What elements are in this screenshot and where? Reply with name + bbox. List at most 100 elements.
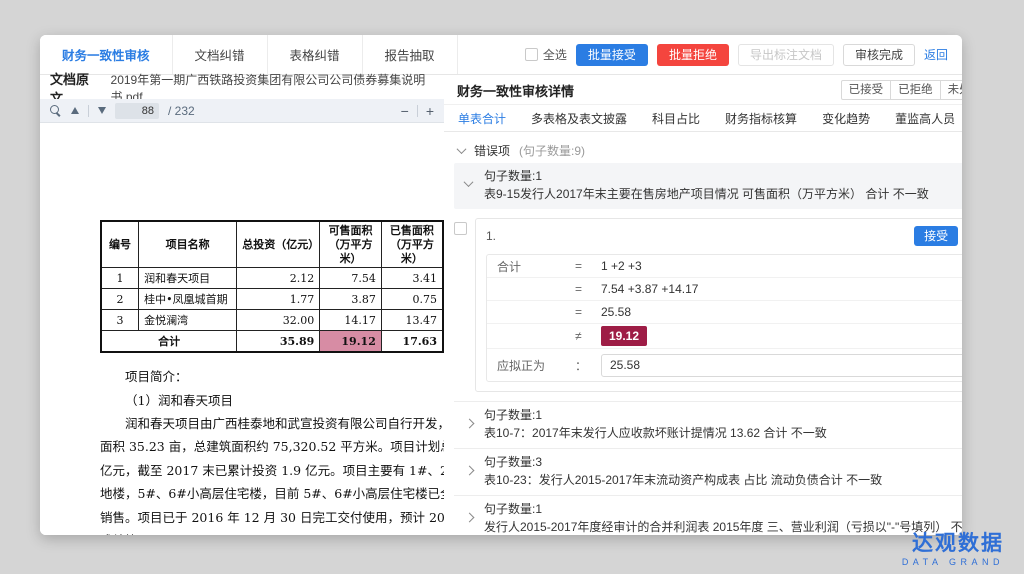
chevron-down-icon	[464, 177, 474, 187]
group-description: 发行人2015-2017年度经审计的合并利润表 2015年度 三、营业利润（亏损…	[484, 519, 962, 535]
batch-accept-button[interactable]: 批量接受	[576, 44, 648, 66]
page-number-input[interactable]: 88	[115, 103, 159, 119]
table-header-row: 编号 项目名称 总投资（亿元） 可售面积 （万平方米） 已售面积 （万平方米）	[101, 221, 443, 268]
doc-line: 销售。项目已于 2016 年 12 月 30 日完工交付使用，预计 2018 年…	[100, 506, 444, 529]
status-filter-group: 已接受 已拒绝 未处理 全部	[841, 80, 962, 101]
doc-line: 地楼，5#、6#小高层住宅楼，目前 5#、6#小高层住宅楼已全部完成	[100, 482, 444, 505]
tab-multi-table-disclosure[interactable]: 多表格及表文披露	[531, 110, 627, 127]
cell: 1	[101, 268, 139, 289]
correction-input[interactable]: 25.58	[601, 354, 962, 377]
doc-line: 面积 35.23 亩，总建筑面积约 75,320.52 平方米。项目计划总投资 …	[100, 435, 444, 458]
table-row: 3 金悦澜湾 32.00 14.17 13.47	[101, 310, 443, 331]
toolbar-actions: 全选 批量接受 批量拒绝 导出标注文档 审核完成 返回	[525, 35, 962, 74]
tab-document-correction[interactable]: 文档纠错	[173, 35, 268, 74]
col-header-name: 项目名称	[139, 221, 237, 268]
error-item-checkbox[interactable]	[454, 222, 467, 235]
filter-rejected[interactable]: 已拒绝	[890, 80, 941, 101]
cell: 2	[101, 289, 139, 310]
equals-sign: =	[575, 282, 601, 296]
formula-row-mismatch: ≠ 19.12	[487, 324, 962, 349]
formula-row: = 7.54 +3.87 +14.17	[487, 278, 962, 301]
correction-value: 25.58	[610, 358, 640, 372]
col-header-sellable-area: 可售面积 （万平方米）	[320, 221, 382, 268]
chevron-right-icon	[465, 513, 475, 523]
table-row: 1 润和春天项目 2.12 7.54 3.41	[101, 268, 443, 289]
select-all-checkbox[interactable]	[525, 48, 538, 61]
toolbar-separator	[417, 105, 418, 117]
colon-sign: ：	[575, 357, 601, 374]
filter-accepted[interactable]: 已接受	[841, 80, 892, 101]
pdf-toolbar: 88 / 232 − +	[40, 99, 444, 123]
tab-report-extraction[interactable]: 报告抽取	[363, 35, 458, 74]
card-actions: 接受 拒绝	[914, 226, 962, 246]
total-sellable-area-cell-highlighted: 19.12	[320, 331, 382, 353]
tab-subject-ratio[interactable]: 科目占比	[652, 110, 700, 127]
error-group-collapsed[interactable]: 句子数量:1 发行人2015-2017年度经审计的合并利润表 2015年度 三、…	[454, 495, 962, 535]
equals-sign: =	[575, 305, 601, 319]
zoom-in-button[interactable]: +	[426, 103, 434, 119]
error-section-label: 错误项	[474, 142, 510, 159]
page-down-icon[interactable]	[98, 107, 106, 114]
cell: 14.17	[320, 310, 382, 331]
error-group-collapsed[interactable]: 句子数量:3 表10-23：发行人2015-2017年末流动资产构成表 占比 流…	[454, 448, 962, 495]
error-group-expanded[interactable]: 句子数量:1 表9-15发行人2017年末主要在售房地产项目情况 可售面积（万平…	[454, 163, 962, 209]
formula-row: = 25.58	[487, 301, 962, 324]
batch-reject-button[interactable]: 批量拒绝	[657, 44, 729, 66]
cell: 润和春天项目	[139, 268, 237, 289]
pdf-page: 编号 项目名称 总投资（亿元） 可售面积 （万平方米） 已售面积 （万平方米） …	[40, 123, 444, 535]
logo-english: DATA GRAND	[902, 557, 1004, 567]
cell: 3	[101, 310, 139, 331]
formula-value: 1 +2 +3	[601, 259, 642, 273]
real-estate-projects-table: 编号 项目名称 总投资（亿元） 可售面积 （万平方米） 已售面积 （万平方米） …	[100, 220, 444, 353]
table-row: 2 桂中•凤凰城首期 1.77 3.87 0.75	[101, 289, 443, 310]
group-description: 表9-15发行人2017年末主要在售房地产项目情况 可售面积（万平方米） 合计 …	[484, 186, 962, 202]
not-equal-sign: ≠	[575, 329, 601, 343]
error-group-collapsed[interactable]: 句子数量:1 表10-7：2017年末发行人应收款坏账计提情况 13.62 合计…	[454, 402, 962, 448]
group-description: 表10-7：2017年末发行人应收款坏账计提情况 13.62 合计 不一致	[484, 425, 962, 441]
mismatch-value-badge: 19.12	[601, 326, 647, 346]
toolbar-separator	[88, 105, 89, 117]
formula-box: 合计 = 1 +2 +3 = 7.54 +3.87 +14.17	[486, 254, 962, 382]
table-total-row: 合计 35.89 19.12 17.63	[101, 331, 443, 353]
app-window: 财务一致性审核 文档纠错 表格纠错 报告抽取 全选 批量接受 批量拒绝 导出标注…	[40, 35, 962, 535]
vendor-logo: 达观数据 DATA GRAND	[902, 532, 1004, 567]
back-link[interactable]: 返回	[924, 46, 948, 63]
zoom-out-button[interactable]: −	[401, 103, 409, 119]
formula-label: 合计	[497, 258, 575, 275]
doc-line: 成结算。	[100, 529, 444, 535]
total-label-cell: 合计	[101, 331, 237, 353]
document-text: 项目简介： （1）润和春天项目 润和春天项目由广西桂泰地和武宣投资有限公司自行开…	[100, 365, 444, 535]
col-header-id: 编号	[101, 221, 139, 268]
cell: 32.00	[237, 310, 320, 331]
cell: 金悦澜湾	[139, 310, 237, 331]
audit-detail-panel: 财务一致性审核详情 已接受 已拒绝 未处理 全部 单表合计 多表格及表文披露 科…	[444, 76, 962, 535]
accept-button[interactable]: 接受	[914, 226, 958, 246]
main-area: 文档原文 2019年第一期广西铁路投资集团有限公司公司债券募集说明书.pdf 8…	[40, 76, 962, 535]
tab-single-table-total[interactable]: 单表合计	[458, 110, 506, 127]
search-icon[interactable]	[50, 105, 62, 117]
export-annotated-doc-button[interactable]: 导出标注文档	[738, 44, 834, 66]
detail-tab-bar: 单表合计 多表格及表文披露 科目占比 财务指标核算 变化趋势 董监高人员 变动披…	[444, 105, 962, 132]
tab-executives[interactable]: 董监高人员	[895, 110, 955, 127]
group-sentence-count: 句子数量:1	[484, 169, 962, 184]
col-header-sold-area: 已售面积 （万平方米）	[381, 221, 443, 268]
correction-label: 应拟正为	[497, 357, 575, 374]
filter-unprocessed[interactable]: 未处理	[940, 80, 962, 101]
chevron-right-icon	[465, 419, 475, 429]
cell: 13.47	[381, 310, 443, 331]
error-detail-card: 1. 接受 拒绝 合计 = 1 +2 +3	[475, 218, 962, 392]
logo-chinese: 达观数据	[902, 532, 1004, 555]
page-up-icon[interactable]	[71, 107, 79, 114]
tab-table-correction[interactable]: 表格纠错	[268, 35, 363, 74]
tab-financial-indicator-check[interactable]: 财务指标核算	[725, 110, 797, 127]
cell: 3.41	[381, 268, 443, 289]
zoom-controls: − +	[401, 103, 434, 119]
tab-change-trend[interactable]: 变化趋势	[822, 110, 870, 127]
correction-row: 应拟正为 ： 25.58	[487, 349, 962, 381]
error-section-header[interactable]: 错误项 (句子数量:9)	[454, 137, 962, 163]
formula-value: 25.58	[601, 305, 631, 319]
select-all-control[interactable]: 全选	[525, 46, 567, 63]
chevron-down-icon	[457, 144, 467, 154]
group-sentence-count: 句子数量:1	[484, 408, 962, 423]
audit-finish-button[interactable]: 审核完成	[843, 44, 915, 66]
